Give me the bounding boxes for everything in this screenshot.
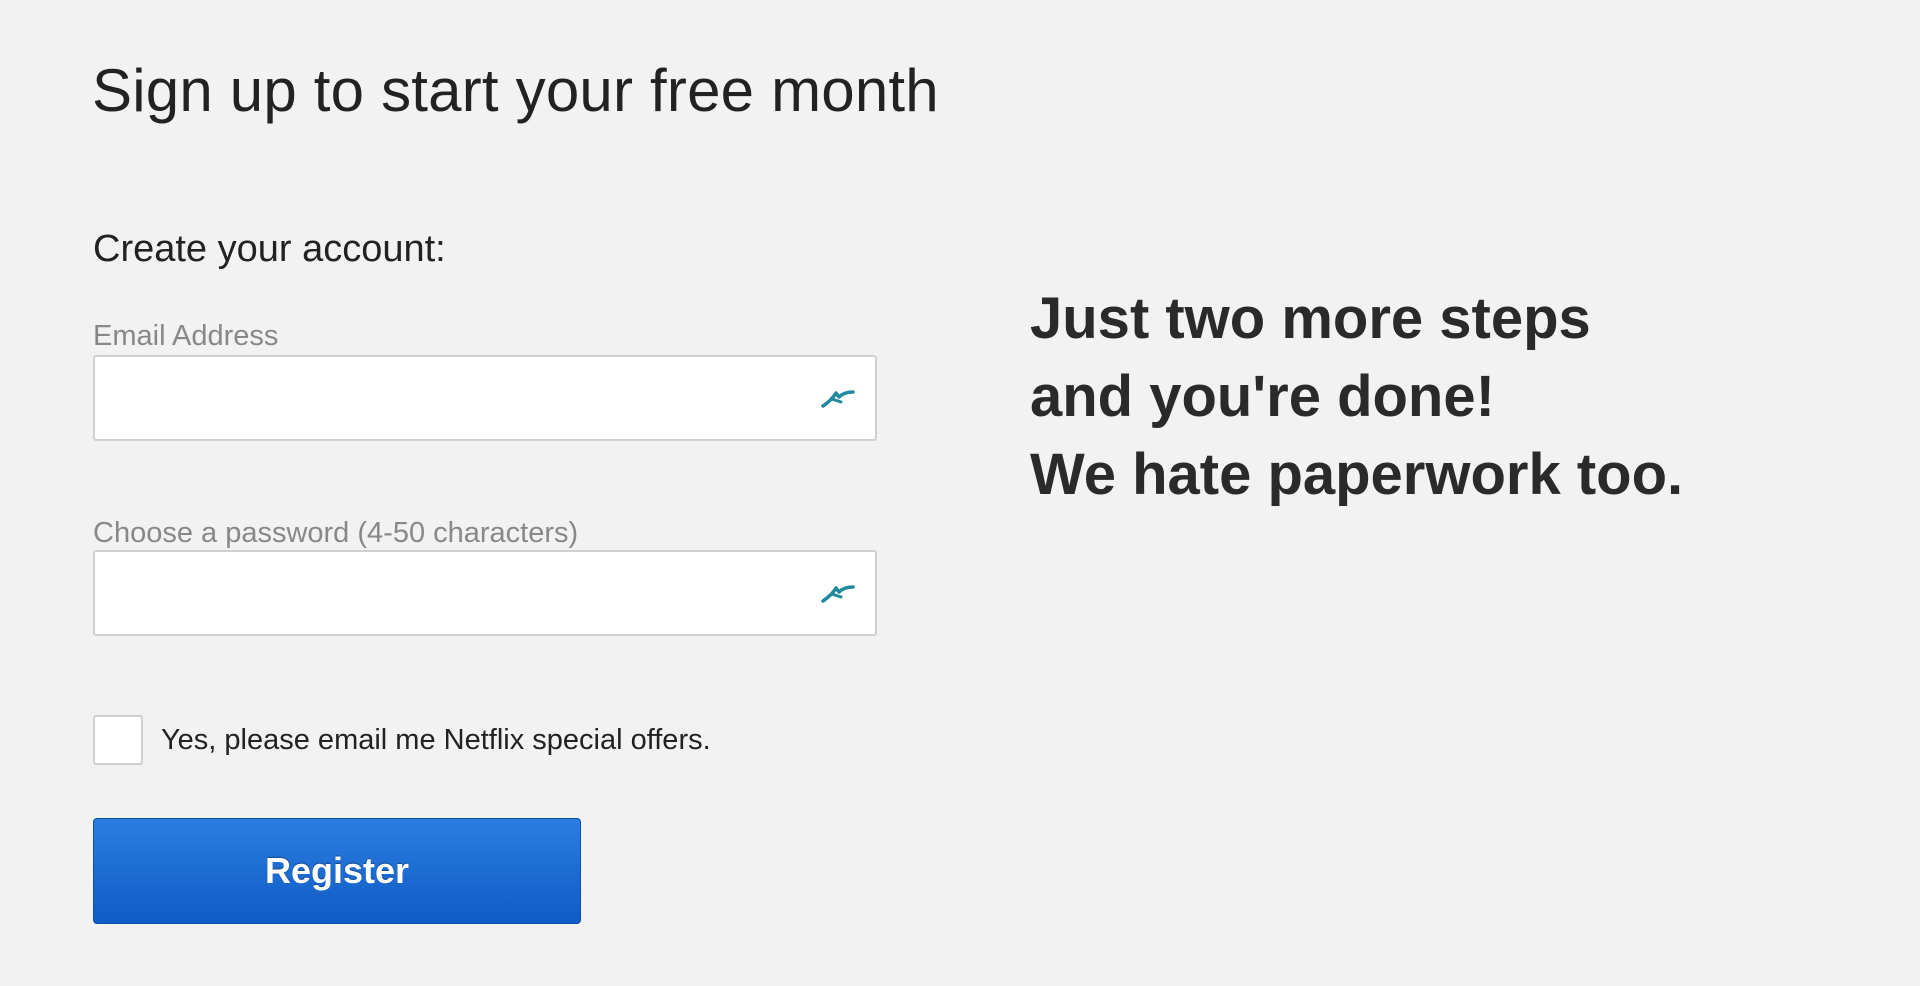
password-field-wrapper xyxy=(93,550,877,636)
promo-line: and you're done! xyxy=(1030,364,1495,429)
password-label: Choose a password (4-50 characters) xyxy=(93,517,579,549)
register-button[interactable]: Register xyxy=(93,818,581,924)
page-title: Sign up to start your free month xyxy=(92,57,939,124)
promo-line: Just two more steps xyxy=(1030,286,1591,351)
email-field[interactable] xyxy=(95,357,875,439)
password-field[interactable] xyxy=(95,552,875,634)
special-offers-row: Yes, please email me Netflix special off… xyxy=(93,713,711,767)
password-manager-icon[interactable] xyxy=(817,577,857,609)
promo-line: We hate paperwork too. xyxy=(1030,442,1684,507)
promo-message: Just two more steps and you're done! We … xyxy=(1030,280,1683,514)
special-offers-label[interactable]: Yes, please email me Netflix special off… xyxy=(161,724,711,757)
signup-page: Sign up to start your free month Create … xyxy=(0,0,1920,986)
password-manager-icon[interactable] xyxy=(817,382,857,414)
section-label: Create your account: xyxy=(93,228,446,270)
email-label: Email Address xyxy=(93,320,279,352)
email-field-wrapper xyxy=(93,355,877,441)
special-offers-checkbox[interactable] xyxy=(93,715,143,765)
